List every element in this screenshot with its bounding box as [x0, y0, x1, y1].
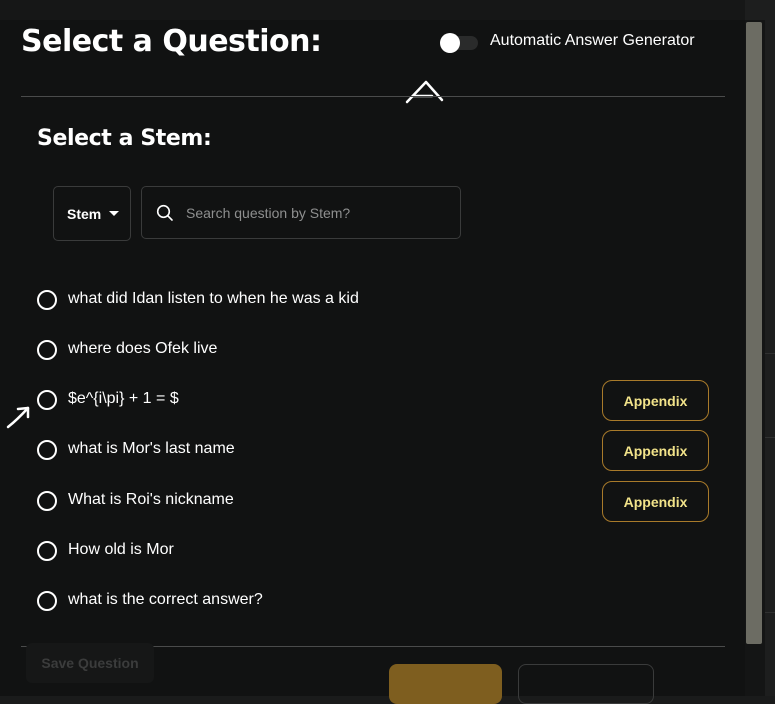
- question-radio[interactable]: [37, 591, 57, 611]
- question-text: How old is Mor: [68, 541, 174, 558]
- question-row[interactable]: what is Mor's last name Appendix: [37, 430, 717, 471]
- appendix-button[interactable]: Appendix: [602, 380, 709, 421]
- question-text: $e^{i\pi} + 1 = $: [68, 390, 179, 407]
- question-row[interactable]: How old is Mor: [37, 536, 717, 566]
- question-row[interactable]: $e^{i\pi} + 1 = $ Appendix: [37, 380, 717, 421]
- hand-drawn-arrow-icon: [405, 80, 444, 104]
- question-text: what did Idan listen to when he was a ki…: [68, 290, 359, 307]
- question-row[interactable]: what did Idan listen to when he was a ki…: [37, 285, 717, 315]
- stem-dropdown[interactable]: Stem: [53, 186, 131, 241]
- question-radio[interactable]: [37, 440, 57, 460]
- question-row[interactable]: what is the correct answer?: [37, 586, 717, 616]
- question-radio[interactable]: [37, 390, 57, 410]
- question-radio[interactable]: [37, 541, 57, 561]
- hand-drawn-arrow-icon: [6, 406, 30, 429]
- appendix-button[interactable]: Appendix: [602, 430, 709, 471]
- section-title: Select a Stem:: [37, 126, 212, 151]
- auto-answer-toggle[interactable]: [438, 33, 478, 53]
- search-icon: [156, 204, 173, 221]
- question-text: what is Mor's last name: [68, 440, 235, 457]
- stem-dropdown-value: Stem: [67, 205, 102, 222]
- stem-search-box[interactable]: [141, 186, 461, 239]
- question-row[interactable]: where does Ofek live: [37, 335, 717, 365]
- question-text: where does Ofek live: [68, 340, 218, 357]
- cancel-button[interactable]: [518, 664, 654, 704]
- chevron-down-icon: [109, 211, 120, 216]
- save-question-button[interactable]: Save Question: [26, 643, 154, 683]
- scrollbar-thumb[interactable]: [746, 22, 762, 644]
- page-title: Select a Question:: [21, 24, 322, 59]
- question-row[interactable]: What is Roi's nickname Appendix: [37, 481, 717, 522]
- question-radio[interactable]: [37, 491, 57, 511]
- toggle-knob: [440, 33, 460, 53]
- header-divider: [21, 96, 725, 97]
- top-strip: [0, 0, 775, 20]
- confirm-button[interactable]: [389, 664, 502, 704]
- search-input[interactable]: [184, 203, 448, 222]
- question-radio[interactable]: [37, 340, 57, 360]
- question-radio[interactable]: [37, 290, 57, 310]
- question-text: what is the correct answer?: [68, 591, 263, 608]
- toggle-label: Automatic Answer Generator: [490, 32, 695, 49]
- question-text: What is Roi's nickname: [68, 491, 234, 508]
- appendix-button[interactable]: Appendix: [602, 481, 709, 522]
